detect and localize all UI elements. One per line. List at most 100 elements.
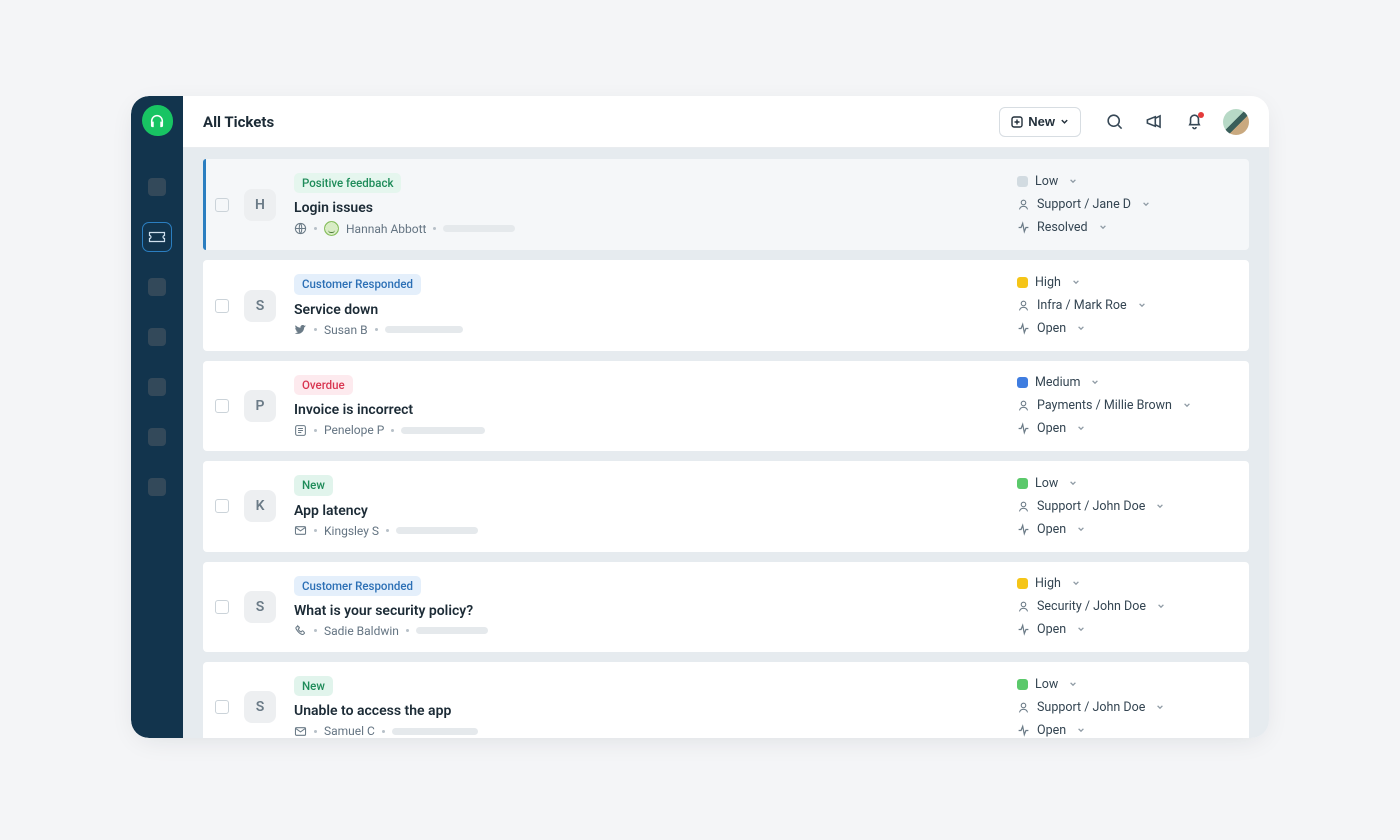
requester-avatar: P (244, 390, 276, 422)
assignee-label: Security / John Doe (1037, 599, 1146, 614)
caret-icon (1156, 502, 1164, 510)
ticket-title[interactable]: What is your security policy? (294, 603, 997, 619)
ticket-checkbox[interactable] (215, 299, 229, 313)
caret-icon (1142, 200, 1150, 208)
ticket-row[interactable]: SNewUnable to access the appSamuel CLowS… (203, 662, 1249, 738)
chevron-down-icon (1069, 174, 1077, 189)
ticket-body: NewApp latencyKingsley S (294, 475, 997, 537)
caret-icon (1091, 378, 1099, 386)
ticket-row[interactable]: KNewApp latencyKingsley SLowSupport / Jo… (203, 461, 1249, 551)
nav-item-3[interactable] (142, 272, 172, 302)
meta-placeholder (392, 728, 478, 735)
ticket-meta: Samuel C (294, 724, 997, 738)
ticket-body: Customer RespondedWhat is your security … (294, 576, 997, 638)
status-label: Open (1037, 321, 1066, 336)
ticket-title[interactable]: App latency (294, 503, 997, 519)
chevron-down-icon (1091, 375, 1099, 390)
ticket-checkbox[interactable] (215, 600, 229, 614)
nav-item-5[interactable] (142, 372, 172, 402)
user-icon (1017, 198, 1030, 211)
meta-placeholder (401, 427, 485, 434)
ticket-title[interactable]: Service down (294, 302, 997, 318)
portal-icon (294, 424, 307, 437)
priority-label: Medium (1035, 375, 1080, 390)
nav-item-7[interactable] (142, 472, 172, 502)
status-badge: Positive feedback (294, 173, 401, 193)
status-selector[interactable]: Open (1017, 421, 1227, 436)
priority-selector[interactable]: Medium (1017, 375, 1227, 390)
ticket-meta: Sadie Baldwin (294, 624, 997, 638)
ticket-checkbox[interactable] (215, 700, 229, 714)
chevron-down-icon (1099, 220, 1107, 235)
nav-item-4[interactable] (142, 322, 172, 352)
search-button[interactable] (1103, 111, 1125, 133)
ticket-checkbox[interactable] (215, 399, 229, 413)
email-icon (294, 725, 307, 738)
status-selector[interactable]: Open (1017, 723, 1227, 738)
ticket-row[interactable]: POverdueInvoice is incorrectPenelope PMe… (203, 361, 1249, 451)
caret-icon (1072, 278, 1080, 286)
assignee-selector[interactable]: Payments / Millie Brown (1017, 398, 1227, 413)
priority-label: Low (1035, 476, 1058, 491)
nav-item-tickets[interactable] (142, 222, 172, 252)
caret-icon (1077, 525, 1085, 533)
nav-item-1[interactable] (142, 172, 172, 202)
priority-label: Low (1035, 677, 1058, 692)
caret-icon (1157, 602, 1165, 610)
chevron-down-icon (1156, 700, 1164, 715)
new-button[interactable]: New (999, 107, 1081, 137)
ticket-meta: Penelope P (294, 423, 997, 437)
ticket-title[interactable]: Login issues (294, 200, 997, 216)
ticket-row[interactable]: SCustomer RespondedService downSusan BHi… (203, 260, 1249, 350)
ticket-info: Low Support / John Doe Open (1017, 677, 1227, 738)
status-badge: Customer Responded (294, 274, 421, 294)
ticket-checkbox[interactable] (215, 198, 229, 212)
priority-selector[interactable]: High (1017, 576, 1227, 591)
status-selector[interactable]: Open (1017, 522, 1227, 537)
caret-icon (1183, 401, 1191, 409)
announcements-button[interactable] (1143, 111, 1165, 133)
assignee-label: Infra / Mark Roe (1037, 298, 1127, 313)
ticket-row[interactable]: SCustomer RespondedWhat is your security… (203, 562, 1249, 652)
notifications-button[interactable] (1183, 111, 1205, 133)
status-selector[interactable]: Open (1017, 321, 1227, 336)
ticket-title[interactable]: Unable to access the app (294, 703, 997, 719)
user-avatar[interactable] (1223, 109, 1249, 135)
ticket-info: Medium Payments / Millie Brown Open (1017, 375, 1227, 436)
assignee-selector[interactable]: Infra / Mark Roe (1017, 298, 1227, 313)
ticket-info: Low Support / Jane D Resolved (1017, 174, 1227, 235)
assignee-label: Support / John Doe (1037, 499, 1145, 514)
assignee-selector[interactable]: Support / John Doe (1017, 499, 1227, 514)
chevron-down-icon (1069, 476, 1077, 491)
ticket-title[interactable]: Invoice is incorrect (294, 402, 997, 418)
assignee-selector[interactable]: Support / Jane D (1017, 197, 1227, 212)
ticket-body: NewUnable to access the appSamuel C (294, 676, 997, 738)
status-label: Open (1037, 421, 1066, 436)
caret-icon (1099, 223, 1107, 231)
meta-placeholder (385, 326, 463, 333)
ticket-info: High Infra / Mark Roe Open (1017, 275, 1227, 336)
sidebar (131, 96, 183, 738)
requester-avatar: S (244, 691, 276, 723)
chevron-down-icon (1069, 677, 1077, 692)
priority-selector[interactable]: High (1017, 275, 1227, 290)
assignee-selector[interactable]: Support / John Doe (1017, 700, 1227, 715)
priority-selector[interactable]: Low (1017, 174, 1227, 189)
ticket-checkbox[interactable] (215, 499, 229, 513)
user-icon (1017, 500, 1030, 513)
status-selector[interactable]: Resolved (1017, 220, 1227, 235)
priority-selector[interactable]: Low (1017, 677, 1227, 692)
assignee-selector[interactable]: Security / John Doe (1017, 599, 1227, 614)
status-label: Open (1037, 723, 1066, 738)
ticket-info: High Security / John Doe Open (1017, 576, 1227, 637)
nav-item-6[interactable] (142, 422, 172, 452)
status-selector[interactable]: Open (1017, 622, 1227, 637)
page-title: All Tickets (203, 113, 274, 131)
meta-placeholder (443, 225, 515, 232)
ticket-row[interactable]: HPositive feedbackLogin issuesHannah Abb… (203, 159, 1249, 250)
ticket-body: OverdueInvoice is incorrectPenelope P (294, 375, 997, 437)
brand-logo[interactable] (142, 105, 173, 136)
priority-selector[interactable]: Low (1017, 476, 1227, 491)
priority-dot (1017, 377, 1028, 388)
caret-icon (1077, 424, 1085, 432)
